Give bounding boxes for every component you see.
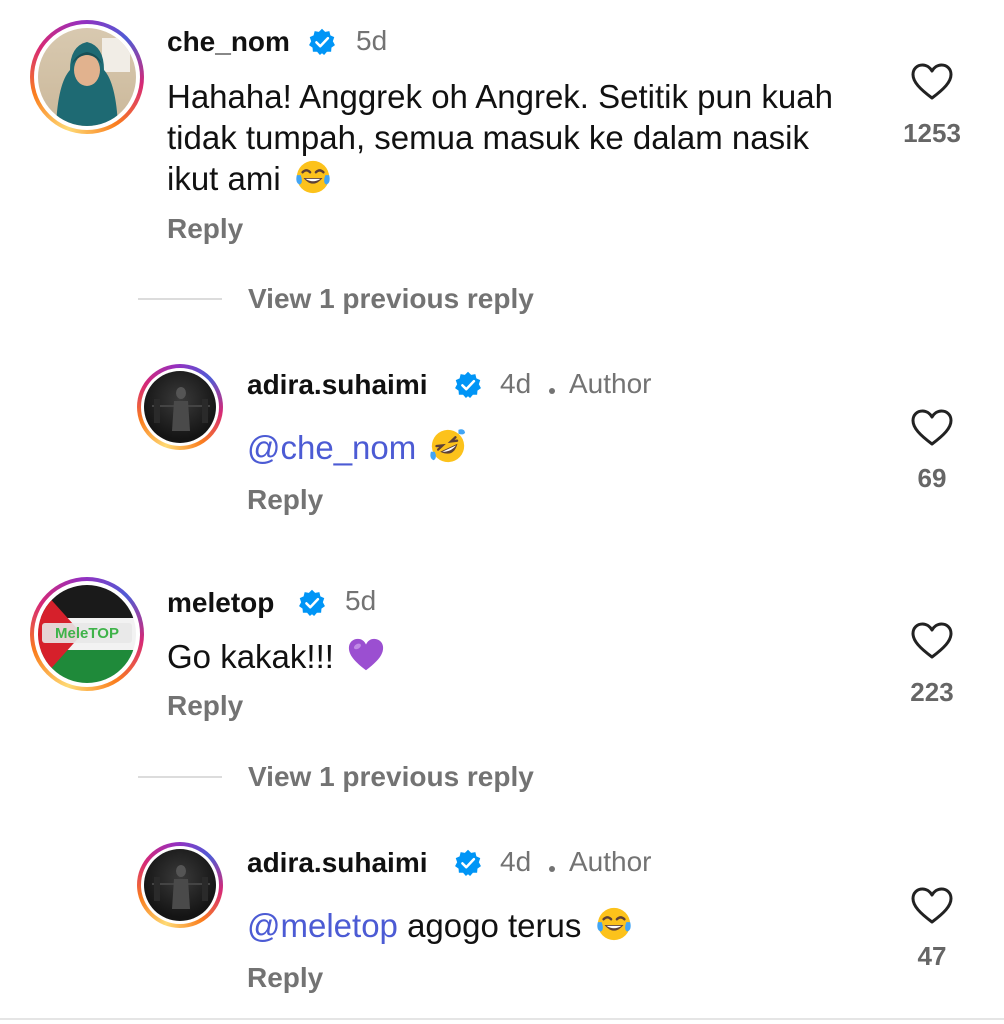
avatar[interactable]: MeleTOP [30, 577, 144, 691]
username[interactable]: adira.suhaimi [247, 369, 428, 401]
avatar-image: MeleTOP [38, 585, 136, 683]
timestamp: 4d [500, 368, 532, 399]
comment: MeleTOP meletop 5d Go kakak!!! Reply 223 [0, 570, 1004, 740]
view-previous-replies-button[interactable]: View 1 previous reply [248, 283, 534, 315]
divider [0, 1018, 1004, 1020]
username[interactable]: meletop [167, 587, 274, 619]
avatar-image [38, 28, 136, 126]
verified-badge-icon [454, 371, 482, 399]
username[interactable]: che_nom [167, 26, 290, 58]
purple-heart-icon [347, 636, 385, 674]
reply-button[interactable]: Reply [247, 962, 323, 994]
avatar-image [144, 371, 216, 443]
like-heart-icon[interactable] [910, 408, 954, 448]
mention-link[interactable]: @meletop [247, 907, 398, 944]
separator-dot [549, 866, 555, 872]
avatar[interactable] [137, 364, 223, 450]
verified-badge-icon [298, 589, 326, 617]
divider [138, 776, 222, 778]
tears-of-joy-icon [595, 905, 633, 943]
verified-badge-icon [308, 28, 336, 56]
author-label: Author [569, 368, 652, 399]
timestamp: 5d [356, 25, 388, 56]
reply-button[interactable]: Reply [167, 690, 243, 722]
like-heart-icon[interactable] [910, 621, 954, 661]
like-count: 69 [917, 463, 947, 493]
avatar[interactable] [30, 20, 144, 134]
meletop-logo-icon: MeleTOP [38, 585, 136, 683]
verified-badge-icon [454, 849, 482, 877]
profile-photo-icon [152, 865, 210, 909]
avatar-image [144, 849, 216, 921]
reply-comment: adira.suhaimi 4d Author @che_nom Reply 6… [0, 360, 1004, 530]
comment-text: Go kakak!!! [167, 636, 385, 677]
avatar[interactable] [137, 842, 223, 928]
rolling-on-floor-laughing-icon [429, 427, 467, 465]
like-heart-icon[interactable] [910, 62, 954, 102]
comment-text: @meletop agogo terus [247, 905, 633, 946]
like-count: 47 [917, 941, 947, 971]
like-heart-icon[interactable] [910, 886, 954, 926]
author-label: Author [569, 846, 652, 877]
tears-of-joy-icon [294, 158, 332, 196]
comment: che_nom 5d Hahaha! Anggrek oh Angrek. Se… [0, 0, 1004, 260]
divider [138, 298, 222, 300]
comment-text: @che_nom [247, 427, 467, 468]
mention-link[interactable]: @che_nom [247, 429, 416, 466]
timestamp: 4d [500, 846, 532, 877]
timestamp: 5d [345, 585, 377, 616]
svg-text:MeleTOP: MeleTOP [55, 625, 119, 642]
reply-button[interactable]: Reply [167, 213, 243, 245]
username[interactable]: adira.suhaimi [247, 847, 428, 879]
reply-button[interactable]: Reply [247, 484, 323, 516]
comment-text: Hahaha! Anggrek oh Angrek. Setitik pun k… [167, 78, 833, 197]
profile-photo-icon [152, 387, 210, 431]
like-count: 223 [910, 677, 954, 707]
profile-photo-icon [56, 38, 130, 126]
reply-comment: adira.suhaimi 4d Author @meletop agogo t… [0, 838, 1004, 1008]
view-previous-replies-button[interactable]: View 1 previous reply [248, 761, 534, 793]
like-count: 1253 [903, 118, 961, 148]
separator-dot [549, 388, 555, 394]
